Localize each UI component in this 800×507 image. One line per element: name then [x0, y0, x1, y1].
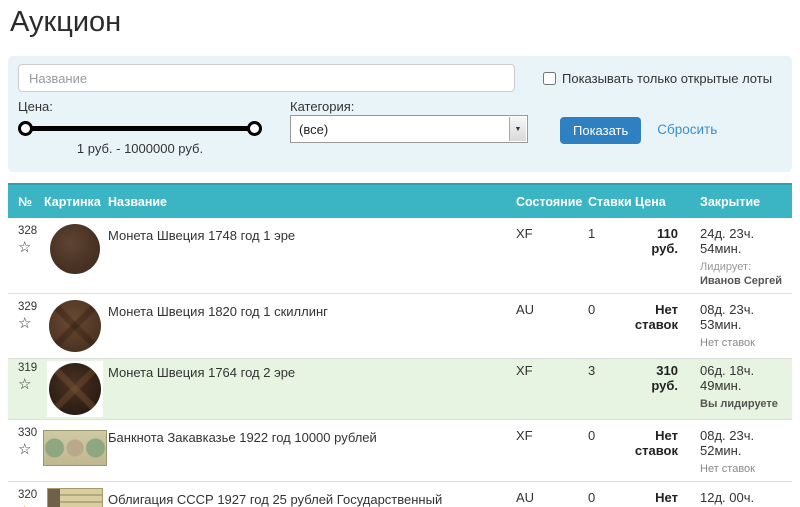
category-select[interactable]: (все) ▼: [290, 115, 528, 143]
lot-image[interactable]: [47, 361, 103, 417]
reset-link[interactable]: Сбросить: [657, 117, 717, 137]
table-header: № Картинка Название Состояние Ставки Цен…: [8, 183, 792, 218]
lot-number: 328: [18, 225, 42, 237]
lot-number: 320: [18, 489, 42, 501]
category-selected-value: (все): [299, 122, 328, 137]
closing-time: 08д. 23ч. 53мин.: [700, 300, 792, 332]
lot-condition: XF: [508, 361, 580, 417]
price-slider-max-handle[interactable]: [247, 121, 262, 136]
lot-condition: AU: [508, 488, 580, 507]
lot-number: 330: [18, 427, 42, 439]
lot-image[interactable]: [49, 300, 101, 352]
header-closing: Закрытие: [686, 195, 792, 209]
closing-status: Вы лидируете: [700, 398, 792, 410]
lot-condition: XF: [508, 224, 580, 287]
favorite-star-icon[interactable]: ☆: [18, 377, 31, 392]
header-name: Название: [108, 195, 508, 209]
lot-image[interactable]: [47, 488, 103, 507]
lot-price: Нет ставок: [630, 300, 686, 352]
only-open-checkbox[interactable]: [543, 72, 556, 85]
closing-time: 12д. 00ч. 08мин.: [700, 488, 792, 507]
lot-image[interactable]: [50, 224, 100, 274]
price-slider-track: [25, 126, 255, 131]
table-row[interactable]: 329 ☆ Монета Швеция 1820 год 1 скиллинг …: [8, 294, 792, 359]
closing-time: 08д. 23ч. 52мин.: [700, 426, 792, 458]
table-row[interactable]: 320 ☆ Облигация СССР 1927 год 25 рублей …: [8, 482, 792, 507]
lot-bids: 0: [580, 300, 630, 352]
lot-table: № Картинка Название Состояние Ставки Цен…: [8, 183, 792, 507]
lot-title[interactable]: Монета Швеция 1764 год 2 эре: [108, 365, 295, 380]
header-price: Цена: [630, 195, 686, 209]
lot-price: Нет ставок: [630, 488, 686, 507]
header-condition: Состояние: [508, 195, 580, 209]
closing-time: 06д. 18ч. 49мин.: [700, 361, 792, 393]
lot-bids: 0: [580, 426, 630, 475]
price-range-slider[interactable]: [18, 121, 262, 136]
lot-condition: XF: [508, 426, 580, 475]
price-filter: Цена: 1 руб. - 1000000 руб.: [18, 99, 280, 156]
lot-title[interactable]: Облигация СССР 1927 год 25 рублей Госуда…: [108, 492, 442, 507]
lot-number: 319: [18, 362, 42, 374]
closing-status: Иванов Сергей: [700, 275, 792, 287]
closing-status-label: Лидирует:: [700, 261, 792, 273]
header-number: №: [8, 195, 42, 209]
lot-bids: 3: [580, 361, 630, 417]
header-bids: Ставки: [580, 195, 630, 209]
chevron-down-icon: ▼: [509, 117, 526, 141]
lot-price: Нет ставок: [630, 426, 686, 475]
price-slider-min-handle[interactable]: [18, 121, 33, 136]
lot-price: 310 руб.: [630, 361, 686, 417]
lot-table-body: 328 ☆ Монета Швеция 1748 год 1 эре XF 1 …: [8, 218, 792, 507]
price-label: Цена:: [18, 99, 280, 115]
table-row[interactable]: 319 ☆ Монета Швеция 1764 год 2 эре XF 3 …: [8, 359, 792, 420]
lot-number: 329: [18, 301, 42, 313]
lot-condition: AU: [508, 300, 580, 352]
category-label: Категория:: [290, 99, 528, 115]
lot-image[interactable]: [43, 430, 107, 466]
table-row[interactable]: 328 ☆ Монета Швеция 1748 год 1 эре XF 1 …: [8, 218, 792, 294]
only-open-lots-option[interactable]: Показывать только открытые лоты: [543, 71, 772, 86]
lot-title[interactable]: Монета Швеция 1748 год 1 эре: [108, 228, 295, 243]
lot-title[interactable]: Монета Швеция 1820 год 1 скиллинг: [108, 304, 328, 319]
closing-status: Нет ставок: [700, 463, 792, 475]
table-row[interactable]: 330 ☆ Банкнота Закавказье 1922 год 10000…: [8, 420, 792, 482]
header-picture: Картинка: [42, 195, 108, 209]
favorite-star-icon[interactable]: ☆: [18, 316, 31, 331]
price-range-text: 1 руб. - 1000000 руб.: [18, 141, 262, 156]
name-search-input[interactable]: [18, 64, 515, 92]
category-filter: Категория: (все) ▼: [290, 99, 528, 156]
only-open-label: Показывать только открытые лоты: [562, 71, 772, 86]
show-button[interactable]: Показать: [560, 117, 641, 144]
filter-panel: Показывать только открытые лоты Цена: 1 …: [8, 56, 792, 172]
lot-bids: 0: [580, 488, 630, 507]
closing-time: 24д. 23ч. 54мин.: [700, 224, 792, 256]
lot-title[interactable]: Банкнота Закавказье 1922 год 10000 рубле…: [108, 430, 377, 445]
favorite-star-icon[interactable]: ☆: [18, 240, 31, 255]
page-title: Аукцион: [10, 6, 800, 39]
lot-bids: 1: [580, 224, 630, 287]
favorite-star-icon[interactable]: ☆: [18, 442, 31, 457]
lot-price: 110 руб.: [630, 224, 686, 287]
closing-status: Нет ставок: [700, 337, 792, 349]
